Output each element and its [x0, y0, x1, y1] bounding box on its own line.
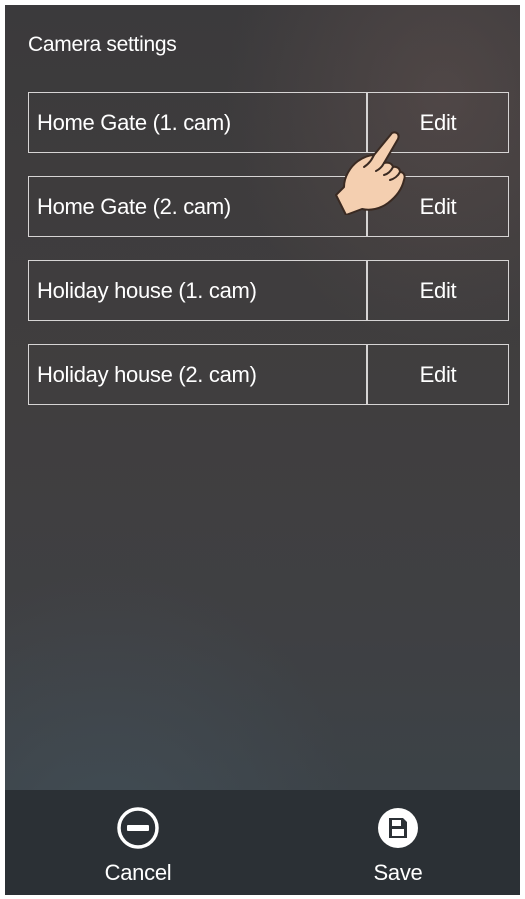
cancel-label: Cancel [104, 860, 172, 885]
edit-button[interactable]: Edit [367, 344, 509, 405]
camera-row: Holiday house (1. cam) Edit [28, 260, 509, 321]
cancel-button[interactable]: Cancel [58, 790, 218, 895]
camera-name-field[interactable]: Holiday house (2. cam) [28, 344, 367, 405]
save-label: Save [373, 860, 423, 885]
camera-name-field[interactable]: Home Gate (1. cam) [28, 92, 367, 153]
edit-button[interactable]: Edit [367, 176, 509, 237]
edit-button[interactable]: Edit [367, 92, 509, 153]
floppy-disk-icon [378, 808, 418, 848]
camera-row: Holiday house (2. cam) Edit [28, 344, 509, 405]
page-title: Camera settings [28, 33, 177, 56]
camera-row: Home Gate (2. cam) Edit [28, 176, 509, 237]
camera-settings-screen: Camera settings Home Gate (1. cam) Edit … [5, 5, 520, 895]
camera-row: Home Gate (1. cam) Edit [28, 92, 509, 153]
bottom-toolbar: Cancel Save [5, 790, 520, 895]
save-button[interactable]: Save [318, 790, 478, 895]
edit-button[interactable]: Edit [367, 260, 509, 321]
camera-name-field[interactable]: Holiday house (1. cam) [28, 260, 367, 321]
camera-name-field[interactable]: Home Gate (2. cam) [28, 176, 367, 237]
minus-circle-icon [117, 807, 159, 849]
